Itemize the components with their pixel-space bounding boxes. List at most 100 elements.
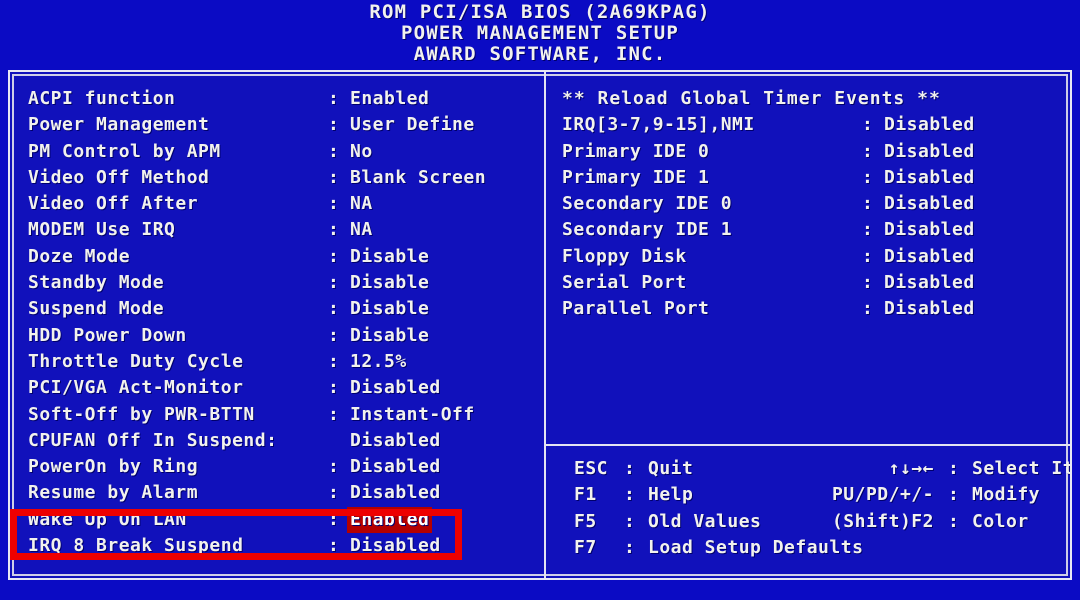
legend-separator: : — [624, 536, 636, 558]
setting-row[interactable]: Primary IDE 0: Disabled — [562, 139, 1062, 165]
setting-row[interactable]: Throttle Duty Cycle:12.5% — [28, 349, 538, 375]
legend-key: ↑↓→← — [888, 458, 934, 479]
setting-value[interactable]: Blank Screen — [350, 165, 486, 191]
setting-row[interactable]: PM Control by APM: No — [28, 139, 538, 165]
setting-value[interactable]: User Define — [350, 112, 475, 138]
setting-row[interactable]: MODEM Use IRQ: NA — [28, 217, 538, 243]
setting-label: Suspend Mode — [28, 298, 165, 320]
setting-value[interactable]: Disabled — [350, 375, 441, 401]
setting-row[interactable]: IRQ 8 Break Suspend: Disabled — [28, 533, 538, 559]
setting-separator: : — [862, 140, 874, 162]
setting-value[interactable]: Disabled — [884, 244, 975, 270]
bios-setup-screen: ROM PCI/ISA BIOS (2A69KPAG) POWER MANAGE… — [0, 0, 1080, 600]
setting-separator: : — [328, 508, 340, 530]
setting-row[interactable]: Video Off Method: Blank Screen — [28, 165, 538, 191]
setting-row[interactable]: Floppy Disk: Disabled — [562, 244, 1062, 270]
setting-value[interactable]: Disabled — [884, 217, 975, 243]
setting-value[interactable]: Disabled — [884, 165, 975, 191]
setting-value[interactable]: Disable — [350, 244, 429, 270]
setting-row[interactable]: Video Off After: NA — [28, 191, 538, 217]
setting-label: ACPI function — [28, 88, 176, 109]
bios-title-block: ROM PCI/ISA BIOS (2A69KPAG) POWER MANAGE… — [0, 2, 1080, 65]
setting-value[interactable]: Disabled — [884, 191, 975, 217]
setting-label: Serial Port — [562, 272, 687, 294]
setting-label: Throttle Duty Cycle — [28, 350, 244, 372]
setting-label: Floppy Disk — [562, 245, 687, 267]
legend-description: Load Setup Defaults — [648, 536, 864, 558]
setting-separator: : — [862, 272, 874, 294]
setting-value[interactable]: Disable — [350, 270, 429, 296]
setting-label: CPUFAN Off In Suspend: — [28, 429, 278, 451]
setting-row[interactable]: Wake Up On LAN: Enabled — [28, 506, 538, 534]
setting-label: Video Off After — [28, 193, 199, 215]
setting-separator: : — [328, 535, 340, 557]
legend-key: F7 — [574, 536, 597, 558]
legend-description: Color — [972, 510, 1029, 532]
setting-row[interactable]: Doze Mode: Disable — [28, 244, 538, 270]
setting-row[interactable]: IRQ[3-7,9-15],NMI: Disabled — [562, 112, 1062, 138]
setting-separator: : — [862, 245, 874, 267]
setting-value[interactable]: No — [350, 139, 373, 165]
setting-label: Resume by Alarm — [28, 482, 199, 504]
legend-separator: : — [624, 510, 636, 532]
section-heading-label: ** Reload Global Timer Events ** — [562, 88, 941, 109]
setting-separator: : — [328, 193, 340, 215]
setting-row[interactable]: PCI/VGA Act-Monitor: Disabled — [28, 375, 538, 401]
setting-row[interactable]: ACPI function: Enabled — [28, 86, 538, 112]
setting-label: Secondary IDE 0 — [562, 193, 733, 215]
setting-value[interactable]: Instant-Off — [350, 402, 475, 428]
legend-description: Select Item — [972, 458, 1072, 479]
setting-row[interactable]: Secondary IDE 1: Disabled — [562, 217, 1062, 243]
legend-separator: : — [948, 484, 960, 506]
setting-value-selected[interactable]: Enabled — [347, 506, 433, 534]
setting-value[interactable]: Disabled — [884, 296, 975, 322]
setting-row[interactable]: Parallel Port: Disabled — [562, 296, 1062, 322]
setting-row[interactable]: Power Management: User Define — [28, 112, 538, 138]
setting-value[interactable]: Enabled — [350, 86, 429, 112]
setting-value[interactable]: Disabled — [884, 112, 975, 138]
setting-separator: : — [328, 456, 340, 478]
setting-row[interactable]: CPUFAN Off In Suspend: Disabled — [28, 428, 538, 454]
settings-column-right: ** Reload Global Timer Events ** IRQ[3-7,… — [562, 86, 1062, 323]
setting-row[interactable]: Primary IDE 1: Disabled — [562, 165, 1062, 191]
setting-value[interactable]: Disabled — [350, 533, 441, 559]
setting-row[interactable]: Standby Mode: Disable — [28, 270, 538, 296]
setting-row[interactable]: Suspend Mode: Disable — [28, 296, 538, 322]
settings-column-left: ACPI function: Enabled Power Management: Us… — [28, 86, 538, 559]
setting-row[interactable]: HDD Power Down: Disable — [28, 323, 538, 349]
bios-vendor-line: AWARD SOFTWARE, INC. — [413, 43, 667, 65]
setting-value[interactable]: Disable — [350, 323, 429, 349]
bios-page-title: POWER MANAGEMENT SETUP — [400, 22, 680, 44]
setting-value[interactable]: Disabled — [884, 270, 975, 296]
legend-description: Help — [648, 484, 694, 506]
setting-row[interactable]: PowerOn by Ring: Disabled — [28, 454, 538, 480]
setting-value[interactable]: Disabled — [350, 454, 441, 480]
setting-separator: : — [862, 166, 874, 188]
setting-label: IRQ[3-7,9-15],NMI — [562, 114, 755, 136]
legend-description: Modify — [972, 484, 1041, 506]
setting-label: Wake Up On LAN — [28, 508, 187, 530]
setting-value[interactable]: NA — [350, 217, 373, 243]
setting-row[interactable]: Soft-Off by PWR-BTTN: Instant-Off — [28, 402, 538, 428]
setting-label: PCI/VGA Act-Monitor — [28, 377, 244, 399]
setting-row[interactable]: Secondary IDE 0: Disabled — [562, 191, 1062, 217]
legend-separator: : — [948, 510, 960, 532]
legend-separator: : — [624, 484, 636, 506]
setting-value[interactable]: Disable — [350, 296, 429, 322]
setting-label: IRQ 8 Break Suspend — [28, 535, 244, 557]
setting-row[interactable]: Resume by Alarm: Disabled — [28, 480, 538, 506]
legend-separator: : — [948, 458, 960, 479]
setting-separator: : — [862, 193, 874, 215]
setting-label: MODEM Use IRQ — [28, 219, 176, 241]
setting-value[interactable]: Disabled — [884, 139, 975, 165]
setting-label: PM Control by APM — [28, 140, 221, 162]
setting-value[interactable]: Disabled — [350, 428, 441, 454]
setting-value[interactable]: NA — [350, 191, 373, 217]
setting-label: Doze Mode — [28, 245, 131, 267]
setting-value[interactable]: 12.5% — [350, 349, 407, 375]
key-legend: ESC: Quit ↑↓→←: Select Item F1: Help PU/PD/+/-… — [562, 456, 1070, 561]
setting-value[interactable]: Disabled — [350, 480, 441, 506]
column-divider — [544, 72, 546, 578]
setting-row[interactable]: Serial Port: Disabled — [562, 270, 1062, 296]
setting-separator: : — [328, 245, 340, 267]
